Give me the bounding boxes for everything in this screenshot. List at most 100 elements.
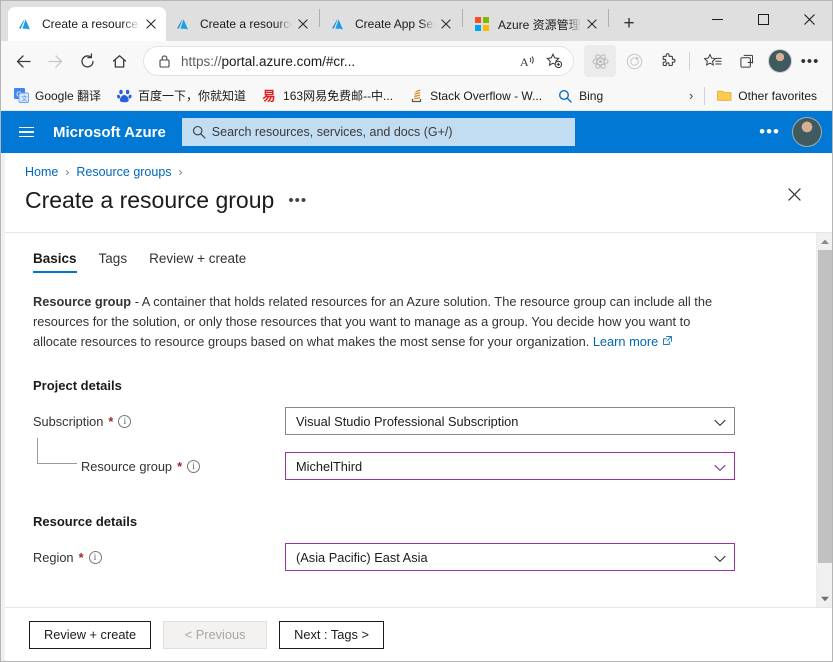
minimize-button[interactable] [694,1,740,37]
azure-icon [18,16,34,32]
info-icon[interactable]: i [88,550,102,564]
resource-group-value: MichelThird [296,458,363,474]
close-window-button[interactable] [786,1,832,37]
scrollbar-thumb[interactable] [817,250,832,563]
close-icon[interactable] [581,13,603,35]
tab-review-create[interactable]: Review + create [149,251,246,273]
browser-tab-3[interactable]: Create App Service [321,7,461,41]
browser-essentials-icon[interactable] [584,45,616,77]
scroll-down-arrow[interactable] [817,590,833,607]
next-tags-button[interactable]: Next : Tags > [279,620,384,649]
azure-header-actions: ••• [753,117,822,147]
scroll-up-arrow[interactable] [817,233,833,250]
region-dropdown[interactable]: (Asia Pacific) East Asia [285,543,735,572]
refresh-icon[interactable] [71,45,103,77]
extensions-puzzle-icon[interactable] [652,45,684,77]
forward-icon[interactable] [39,45,71,77]
read-aloud-icon[interactable]: A [515,48,541,74]
profile-avatar[interactable] [768,49,792,73]
resource-group-dropdown[interactable]: MichelThird [285,452,735,481]
address-bar[interactable]: https://portal.azure.com/#cr... A [143,46,574,76]
learn-more-link[interactable]: Learn more [593,334,658,349]
bookmark-label: 163网易免费邮--中... [283,89,394,103]
scrollbar-track[interactable] [817,250,833,590]
required-marker: * [78,549,84,565]
svg-text:A: A [520,55,529,69]
bookmark-stackoverflow[interactable]: Stack Overflow - W... [402,85,548,107]
vertical-scrollbar[interactable] [816,233,832,607]
region-label: Region * i [33,550,102,565]
breadcrumb-item-home[interactable]: Home [25,165,58,179]
svg-text:易: 易 [262,89,275,104]
microsoft-icon [474,16,490,32]
tab-divider [319,8,320,27]
field-subscription: Subscription * i Visual Studio Professio… [5,407,816,436]
page-title: Create a resource group [25,187,275,213]
external-link-icon [660,336,672,348]
back-icon[interactable] [7,45,39,77]
maximize-button[interactable] [740,1,786,37]
browser-tab-1[interactable]: Create a resource group [8,7,166,41]
subscription-value: Visual Studio Professional Subscription [296,413,519,429]
account-avatar[interactable] [792,117,822,147]
split-screen-icon[interactable] [731,45,763,77]
folder-icon [716,88,732,104]
bookmarks-overflow-chevron[interactable]: › [683,85,699,106]
search-icon [190,125,208,139]
favorites-icon[interactable] [697,45,729,77]
tab-title: Azure 资源管理器 [498,17,581,32]
url-text: https://portal.azure.com/#cr... [181,53,356,69]
baidu-icon [116,88,132,104]
add-favorite-icon[interactable] [541,48,567,74]
bookmark-google-translate[interactable]: G文 Google 翻译 [7,84,107,107]
section-resource-details: Resource details [33,514,138,530]
tab-tags[interactable]: Tags [99,251,128,273]
blade-more-actions[interactable]: ••• [288,193,307,208]
google-translate-icon: G文 [13,88,29,104]
blade-content: Basics Tags Review + create Resource gro… [5,233,816,607]
blade-title-row: Create a resource group ••• [5,179,832,214]
bookmark-baidu[interactable]: 百度一下，你就知道 [110,84,252,107]
bookmarks-bar: G文 Google 翻译 百度一下，你就知道 易 163网易免费邮--中... … [1,81,832,111]
region-value: (Asia Pacific) East Asia [296,549,428,565]
other-favorites-folder[interactable]: Other favorites [710,85,823,107]
tab-divider [608,8,609,27]
azure-search-placeholder: Search resources, services, and docs (G+… [211,125,453,139]
info-icon[interactable]: i [187,459,201,473]
settings-more-icon[interactable]: ••• [794,45,826,77]
azure-icon [331,16,347,32]
subscription-dropdown[interactable]: Visual Studio Professional Subscription [285,407,735,436]
bookmark-label: Stack Overflow - W... [430,88,543,103]
window-controls [694,1,832,37]
bookmark-label: Google 翻译 [35,89,102,103]
azure-blade: Home › Resource groups › Create a resour… [1,153,832,661]
required-marker: * [177,458,183,474]
close-blade-icon[interactable] [781,181,807,207]
info-icon[interactable]: i [118,414,132,428]
blade-content-wrapper: Basics Tags Review + create Resource gro… [5,232,832,607]
tab-basics[interactable]: Basics [33,251,77,273]
tab-title: Create a resource group [42,17,140,31]
browser-tab-2[interactable]: Create a resource group [166,7,318,41]
performance-icon[interactable] [618,45,650,77]
bookmark-163-mail[interactable]: 易 163网易免费邮--中... [255,84,399,107]
home-icon[interactable] [103,45,135,77]
bookmark-bing[interactable]: Bing [551,85,609,107]
close-icon[interactable] [435,13,457,35]
close-icon[interactable] [140,13,162,35]
azure-more-icon[interactable]: ••• [753,123,786,140]
breadcrumb-item-resource-groups[interactable]: Resource groups [76,165,171,179]
resource-group-label: Resource group * i [81,458,201,474]
new-tab-button[interactable]: + [615,10,643,38]
azure-search-input[interactable]: Search resources, services, and docs (G+… [181,118,575,146]
browser-tab-4[interactable]: Azure 资源管理器 [464,7,607,41]
breadcrumb: Home › Resource groups › [5,153,832,179]
breadcrumb-separator: › [65,165,70,179]
hamburger-icon[interactable] [9,115,43,149]
azure-brand[interactable]: Microsoft Azure [53,124,166,141]
blade-footer: Review + create < Previous Next : Tags > [5,607,832,661]
bookmark-label: 百度一下，你就知道 [138,89,247,103]
previous-button[interactable]: < Previous [163,620,268,649]
review-create-button[interactable]: Review + create [29,620,152,649]
close-icon[interactable] [292,13,314,35]
